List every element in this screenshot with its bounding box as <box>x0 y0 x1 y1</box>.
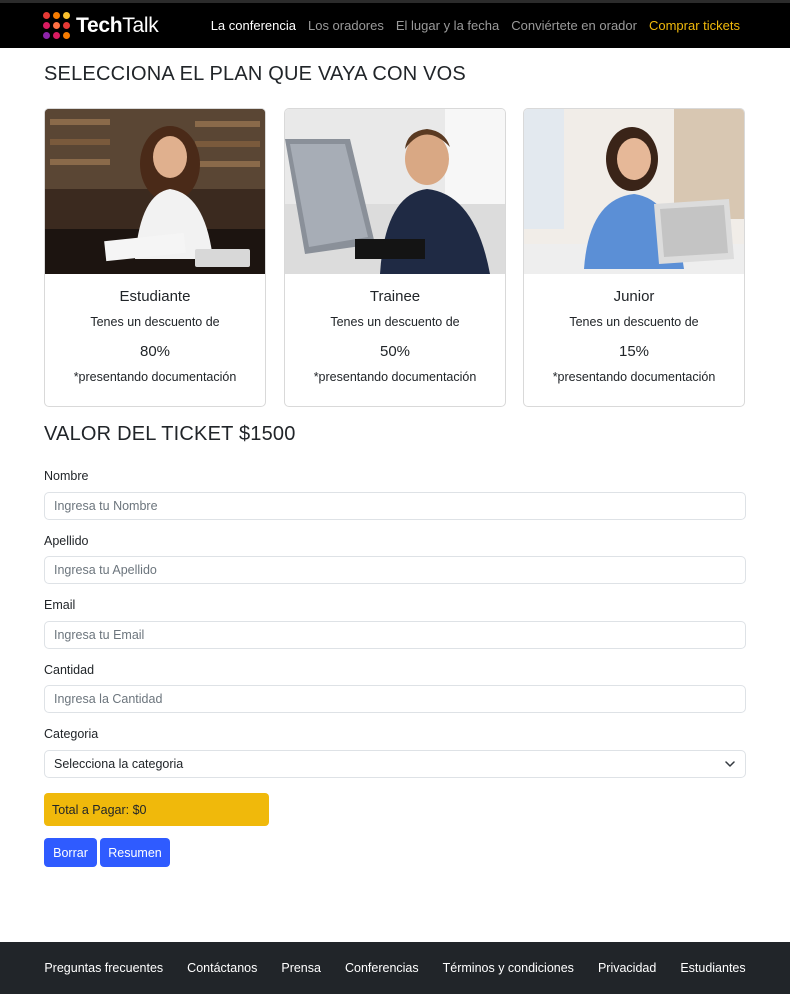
plan-discount: 15% <box>618 343 650 360</box>
nav-link-conferencia[interactable]: La conferencia <box>211 18 296 33</box>
plan-name: Trainee <box>369 288 421 305</box>
ticket-price-heading: VALOR DEL TICKET $1500 <box>44 423 296 445</box>
nav-link-comprar-tickets[interactable]: Comprar tickets <box>649 18 740 33</box>
nav-link-lugar-fecha[interactable]: El lugar y la fecha <box>396 18 499 33</box>
plan-description: Tenes un descuento de <box>330 315 460 329</box>
footer-link-terms[interactable]: Términos y condiciones <box>431 961 586 975</box>
summary-button[interactable]: Resumen <box>100 838 170 867</box>
email-input[interactable] <box>44 621 746 649</box>
plan-card-junior[interactable]: Junior Tenes un descuento de 15% *presen… <box>523 108 745 407</box>
plan-note: *presentando documentación <box>313 370 477 384</box>
plan-description: Tenes un descuento de <box>90 315 220 329</box>
categoria-select[interactable]: Selecciona la categoria <box>44 750 746 778</box>
footer-link-contact[interactable]: Contáctanos <box>175 961 269 975</box>
top-navbar: TechTalk La conferencia Los oradores El … <box>0 0 790 48</box>
plan-note: *presentando documentación <box>552 370 716 384</box>
plan-discount: 80% <box>139 343 171 360</box>
total-to-pay: Total a Pagar: $0 <box>44 793 269 826</box>
clear-button[interactable]: Borrar <box>44 838 97 867</box>
footer-link-press[interactable]: Prensa <box>269 961 333 975</box>
nombre-input[interactable] <box>44 492 746 520</box>
apellido-input[interactable] <box>44 556 746 584</box>
plan-note: *presentando documentación <box>73 370 237 384</box>
nav-links: La conferencia Los oradores El lugar y l… <box>211 18 740 33</box>
plan-card-estudiante[interactable]: Estudiante Tenes un descuento de 80% *pr… <box>44 108 266 407</box>
plans-heading: SELECCIONA EL PLAN QUE VAYA CON VOS <box>44 63 466 85</box>
footer-link-students[interactable]: Estudiantes <box>668 961 757 975</box>
cantidad-label: Cantidad <box>44 663 95 677</box>
trainee-photo <box>285 109 505 274</box>
nav-link-ser-orador[interactable]: Conviértete en orador <box>511 18 637 33</box>
chevron-down-icon <box>725 761 735 767</box>
student-photo <box>45 109 265 274</box>
plan-name: Junior <box>613 288 655 305</box>
apellido-label: Apellido <box>44 534 89 548</box>
plan-description: Tenes un descuento de <box>569 315 699 329</box>
plan-discount: 50% <box>379 343 411 360</box>
categoria-label: Categoria <box>44 727 99 741</box>
brand-link[interactable]: TechTalk <box>43 11 159 41</box>
plan-card-trainee[interactable]: Trainee Tenes un descuento de 50% *prese… <box>284 108 506 407</box>
techtalk-logo-icon <box>43 12 71 40</box>
nav-link-oradores[interactable]: Los oradores <box>308 18 384 33</box>
footer-link-conferences[interactable]: Conferencias <box>333 961 431 975</box>
brand-name: TechTalk <box>76 14 159 37</box>
cantidad-input[interactable] <box>44 685 746 713</box>
categoria-selected-value: Selecciona la categoria <box>54 757 184 771</box>
plan-name: Estudiante <box>119 288 191 305</box>
email-label: Email <box>44 598 76 612</box>
footer-link-privacy[interactable]: Privacidad <box>586 961 668 975</box>
footer-link-faq[interactable]: Preguntas frecuentes <box>32 961 175 975</box>
footer: Preguntas frecuentes Contáctanos Prensa … <box>0 942 790 994</box>
junior-photo <box>524 109 744 274</box>
nombre-label: Nombre <box>44 469 89 483</box>
